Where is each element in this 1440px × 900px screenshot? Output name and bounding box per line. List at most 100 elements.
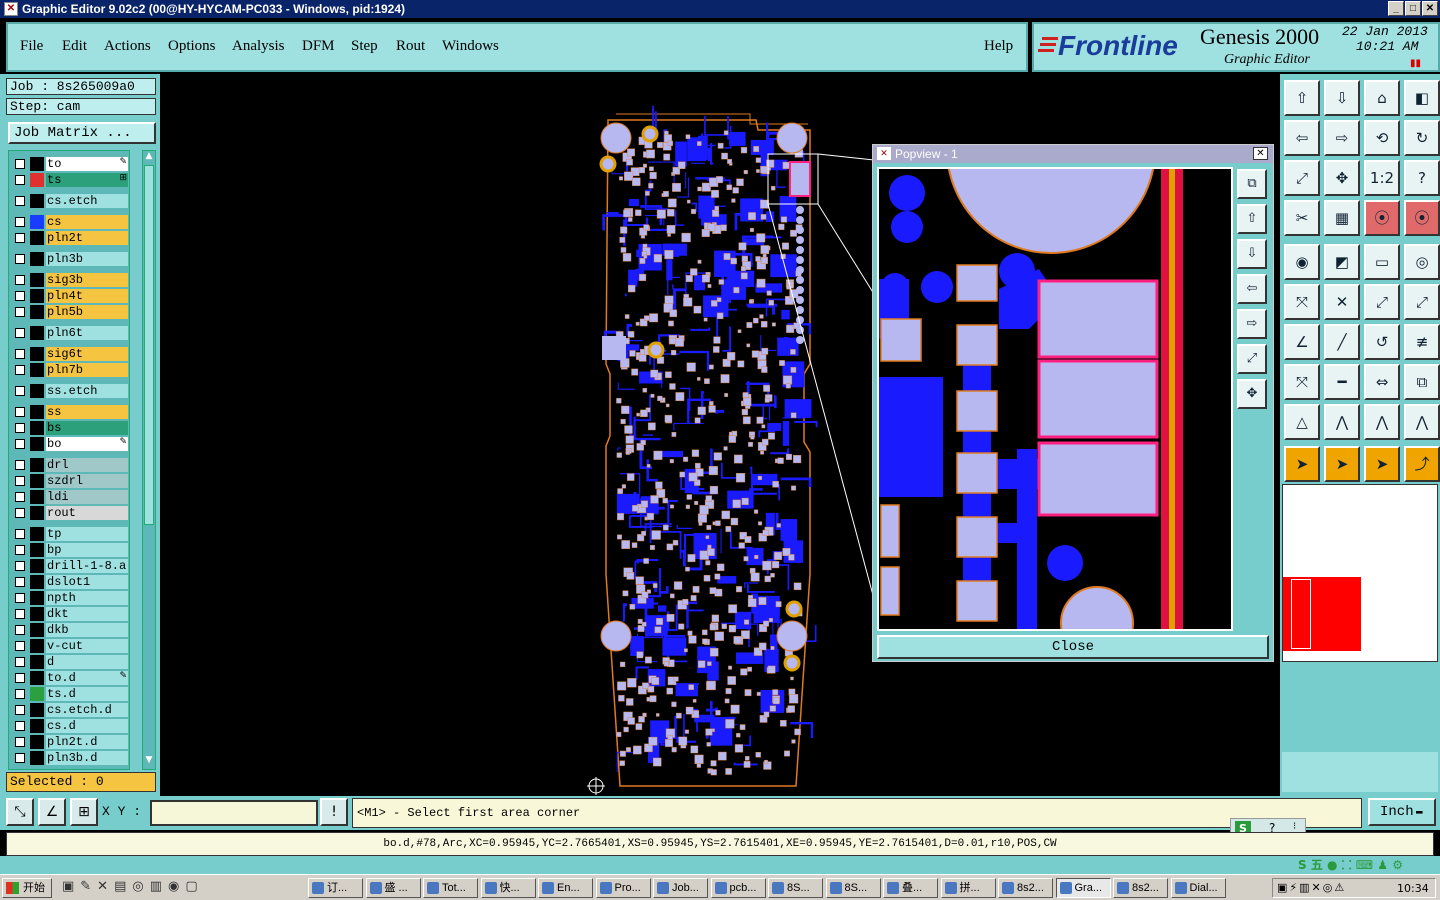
fit-screen-icon[interactable]: ◧ (1404, 80, 1440, 116)
layer-checkbox[interactable] (15, 349, 25, 359)
layer-name[interactable]: pln5b (46, 305, 128, 319)
maximize-button[interactable]: □ (1405, 1, 1421, 16)
layer-color-swatch[interactable] (30, 687, 44, 701)
layer-row-pln6t[interactable]: pln6t (11, 326, 129, 340)
layer-color-swatch[interactable] (30, 305, 44, 319)
layer-checkbox[interactable] (15, 625, 25, 635)
polygon-tool-c-icon[interactable]: ⋀ (1364, 404, 1400, 440)
node-tool-icon[interactable]: ⤧ (1284, 364, 1320, 400)
layer-name[interactable]: pln7b (46, 363, 128, 377)
layer-row-npth[interactable]: npth (11, 591, 129, 605)
grid-snap-icon[interactable]: ⊞ (70, 798, 98, 826)
select-tool-a-icon[interactable]: ➤ (1284, 446, 1320, 482)
layer-color-swatch[interactable] (30, 575, 44, 589)
window-title-bar[interactable]: ✕ Graphic Editor 9.02c2 (00@HY-HYCAM-PC0… (0, 0, 1440, 18)
layer-name[interactable]: pln2t.d (46, 735, 128, 749)
pan-down-icon[interactable]: ⇩ (1324, 80, 1360, 116)
taskbar-button[interactable]: Dial... (1170, 878, 1226, 898)
layer-row-cs.etch.d[interactable]: cs.etch.d (11, 703, 129, 717)
layer-checkbox[interactable] (15, 328, 25, 338)
layer-checkbox[interactable] (15, 705, 25, 715)
unit-dropdown-icon[interactable]: ▬ (1416, 800, 1423, 824)
scroll-down-arrow[interactable]: ▼ (144, 755, 154, 767)
arc-tool-icon[interactable]: ↺ (1364, 324, 1400, 360)
cut-tool-icon[interactable]: ✂ (1284, 200, 1320, 236)
layer-row-bo[interactable]: bo ✎ (11, 437, 129, 451)
zoom-area-icon[interactable]: ⤡ (6, 798, 34, 826)
hline-tool-icon[interactable]: ━ (1324, 364, 1360, 400)
layer-name[interactable]: ldi (46, 490, 128, 504)
line-tool-icon[interactable]: ╱ (1324, 324, 1360, 360)
array-tool-icon[interactable]: ⧉ (1404, 364, 1440, 400)
layer-checkbox[interactable] (15, 689, 25, 699)
overview-map[interactable] (1282, 484, 1438, 662)
zoom-center-icon[interactable]: ✥ (1324, 160, 1360, 196)
layer-color-swatch[interactable] (30, 506, 44, 520)
taskbar-button[interactable]: 拼... (940, 878, 996, 898)
layer-name[interactable]: drill-1-8.a (46, 559, 128, 573)
taskbar-button[interactable]: 盛 ... (365, 878, 421, 898)
layer-name[interactable]: d (46, 655, 128, 669)
layer-name[interactable]: pln4t (46, 289, 128, 303)
select-tool-d-icon[interactable]: ⤴ (1404, 446, 1440, 482)
popview-pan-right-icon[interactable]: ⇨ (1237, 309, 1267, 339)
layer-row-rout[interactable]: rout (11, 506, 129, 520)
scroll-thumb[interactable] (144, 165, 154, 525)
menu-file[interactable]: File (20, 38, 43, 55)
menu-dfm[interactable]: DFM (302, 38, 335, 55)
popview-fit-icon[interactable]: ⧉ (1237, 169, 1267, 199)
pan-right-icon[interactable]: ⇨ (1324, 120, 1360, 156)
delete-tool-icon[interactable]: ✕ (1324, 284, 1360, 320)
layer-color-swatch[interactable] (30, 458, 44, 472)
layer-name[interactable]: dslot1 (46, 575, 128, 589)
layer-row-pln7b[interactable]: pln7b (11, 363, 129, 377)
taskbar-button[interactable]: 8s2... (998, 878, 1053, 898)
layer-checkbox[interactable] (15, 577, 25, 587)
layer-checkbox[interactable] (15, 561, 25, 571)
layer-color-swatch[interactable] (30, 173, 44, 187)
layer-name[interactable]: to (46, 157, 128, 171)
taskbar-button[interactable]: 8S... (825, 878, 881, 898)
layer-name[interactable]: cs (46, 215, 128, 229)
layer-row-pln2t.d[interactable]: pln2t.d (11, 735, 129, 749)
layer-row-sig3b[interactable]: sig3b (11, 273, 129, 287)
layer-color-swatch[interactable] (30, 421, 44, 435)
angle-tool-icon[interactable]: ∠ (1284, 324, 1320, 360)
popview-pan-up-icon[interactable]: ⇧ (1237, 204, 1267, 234)
help-icon[interactable]: ? (1404, 160, 1440, 196)
layer-name[interactable]: to.d (46, 671, 128, 685)
target-tool-icon[interactable]: ◎ (1404, 244, 1440, 280)
layer-color-swatch[interactable] (30, 559, 44, 573)
popview-pan-left-icon[interactable]: ⇦ (1237, 274, 1267, 304)
layer-color-swatch[interactable] (30, 252, 44, 266)
layer-row-szdrl[interactable]: szdrl (11, 474, 129, 488)
layer-row-cs.d[interactable]: cs.d (11, 719, 129, 733)
layer-color-swatch[interactable] (30, 273, 44, 287)
menu-edit[interactable]: Edit (62, 38, 87, 55)
layer-color-swatch[interactable] (30, 474, 44, 488)
layer-name[interactable]: drl (46, 458, 128, 472)
layer-color-swatch[interactable] (30, 671, 44, 685)
layer-color-swatch[interactable] (30, 607, 44, 621)
layer-row-pln3b[interactable]: pln3b (11, 252, 129, 266)
layer-row-dkt[interactable]: dkt (11, 607, 129, 621)
home-view-icon[interactable]: ⌂ (1364, 80, 1400, 116)
layer-color-swatch[interactable] (30, 289, 44, 303)
layer-color-swatch[interactable] (30, 194, 44, 208)
layer-row-drl[interactable]: drl (11, 458, 129, 472)
popview-center-icon[interactable]: ✥ (1237, 379, 1267, 409)
layer-color-swatch[interactable] (30, 655, 44, 669)
layer-row-to.d[interactable]: to.d ✎ (11, 671, 129, 685)
undo-view-icon[interactable]: ⟲ (1364, 120, 1400, 156)
layer-row-cs[interactable]: cs (11, 215, 129, 229)
layer-checkbox[interactable] (15, 492, 25, 502)
layer-checkbox[interactable] (15, 673, 25, 683)
layer-checkbox[interactable] (15, 593, 25, 603)
layer-row-pln4t[interactable]: pln4t (11, 289, 129, 303)
layer-color-swatch[interactable] (30, 623, 44, 637)
layer-row-to[interactable]: to ✎ (11, 157, 129, 171)
layer-name[interactable]: pln2t (46, 231, 128, 245)
layer-color-swatch[interactable] (30, 215, 44, 229)
layer-checkbox[interactable] (15, 529, 25, 539)
layer-color-swatch[interactable] (30, 735, 44, 749)
